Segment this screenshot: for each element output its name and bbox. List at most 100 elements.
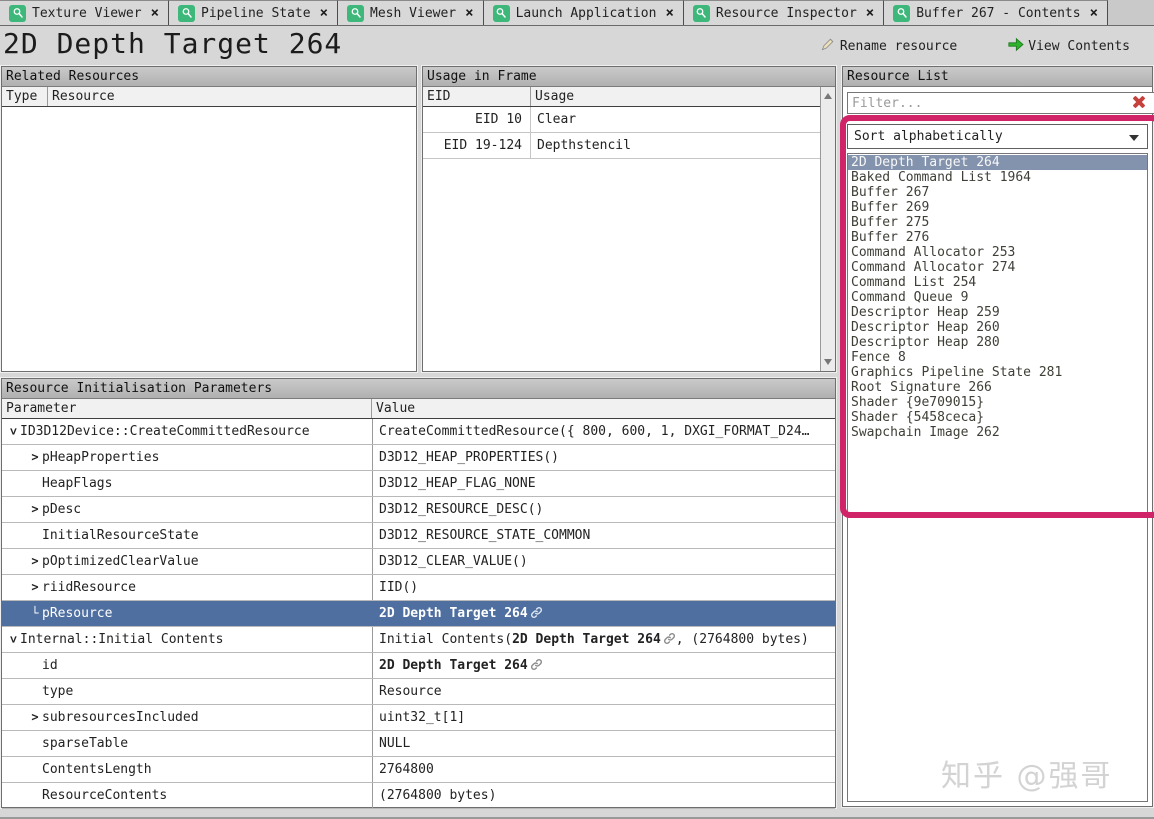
expander-icon[interactable]: >	[2, 425, 26, 439]
tab-texture-viewer[interactable]: Texture Viewer ×	[0, 0, 170, 25]
list-item[interactable]: Buffer 276	[848, 230, 1147, 245]
usage-scrollbar[interactable]	[820, 87, 835, 371]
view-contents-button[interactable]: View Contents	[1007, 37, 1130, 56]
expander-icon[interactable]: >	[28, 549, 42, 574]
param-row-subresourcesincluded[interactable]: > subresourcesIncluded uint32_t[1]	[2, 705, 835, 731]
list-item[interactable]: Shader {9e709015}	[848, 395, 1147, 410]
close-icon[interactable]: ×	[662, 5, 673, 21]
param-value: 2764800	[372, 757, 835, 782]
list-item[interactable]: Descriptor Heap 259	[848, 305, 1147, 320]
list-item[interactable]: Command List 254	[848, 275, 1147, 290]
tab-label: Texture Viewer	[32, 5, 142, 21]
param-row-internal-initial-contents[interactable]: > Internal::Initial Contents Initial Conte…	[2, 627, 835, 653]
column-value[interactable]: Value	[372, 399, 419, 418]
param-row-resourcecontents[interactable]: ResourceContents (2764800 bytes)	[2, 783, 835, 809]
value-text: NULL	[379, 736, 411, 751]
renderdoc-icon	[893, 4, 911, 22]
tab-label: Resource Inspector	[715, 5, 857, 21]
usage-row[interactable]: EID 19-124 Depthstencil	[423, 133, 835, 159]
param-row-id3d12device-createcommittedresource[interactable]: > ID3D12Device::CreateCommittedResource Cr…	[2, 419, 835, 445]
param-value: D3D12_RESOURCE_STATE_COMMON	[372, 523, 835, 548]
tab-resource-inspector[interactable]: Resource Inspector ×	[683, 0, 885, 25]
param-row-riidresource[interactable]: > riidResource IID()	[2, 575, 835, 601]
sort-dropdown-value: Sort alphabetically	[854, 129, 1003, 144]
param-name: pResource	[42, 606, 113, 621]
list-item[interactable]: Command Allocator 253	[848, 245, 1147, 260]
tab-mesh-viewer[interactable]: Mesh Viewer ×	[338, 0, 484, 25]
list-item[interactable]: Graphics Pipeline State 281	[848, 365, 1147, 380]
related-resources-title: Related Resources	[2, 67, 416, 87]
expander-icon[interactable]: >	[28, 445, 42, 470]
close-icon[interactable]: ×	[1087, 5, 1098, 21]
param-row-contentslength[interactable]: ContentsLength 2764800	[2, 757, 835, 783]
param-row-type[interactable]: type Resource	[2, 679, 835, 705]
param-name: ID3D12Device::CreateCommittedResource	[20, 424, 310, 439]
close-icon[interactable]: ×	[462, 5, 473, 21]
close-icon[interactable]: ×	[863, 5, 874, 21]
param-row-heapflags[interactable]: HeapFlags D3D12_HEAP_FLAG_NONE	[2, 471, 835, 497]
param-row-presource[interactable]: └ pResource 2D Depth Target 264	[2, 601, 835, 627]
list-item[interactable]: Shader {5458ceca}	[848, 410, 1147, 425]
usage-in-frame-panel: Usage in Frame EID Usage EID 10 Clear EID …	[422, 66, 836, 372]
renderdoc-icon	[178, 4, 196, 22]
column-type[interactable]: Type	[2, 87, 48, 106]
init-params-panel: Resource Initialisation Parameters Param…	[1, 378, 836, 809]
expander-icon[interactable]: >	[28, 497, 42, 522]
resource-link[interactable]: 2D Depth Target 264	[379, 606, 528, 621]
list-item[interactable]: Baked Command List 1964	[848, 170, 1147, 185]
param-value: CreateCommittedResource({ 800, 600, 1, D…	[372, 419, 835, 444]
param-row-sparsetable[interactable]: sparseTable NULL	[2, 731, 835, 757]
list-item[interactable]: Swapchain Image 262	[848, 425, 1147, 440]
param-row-pheapproperties[interactable]: > pHeapProperties D3D12_HEAP_PROPERTIES()	[2, 445, 835, 471]
scroll-down-icon[interactable]	[824, 359, 832, 365]
value-text: 2764800	[379, 762, 434, 777]
param-row-poptimizedclearvalue[interactable]: > pOptimizedClearValue D3D12_CLEAR_VALUE()	[2, 549, 835, 575]
sort-dropdown[interactable]: Sort alphabetically	[847, 124, 1148, 149]
param-name: HeapFlags	[42, 476, 113, 491]
param-row-initialresourcestate[interactable]: InitialResourceState D3D12_RESOURCE_STATE…	[2, 523, 835, 549]
close-icon[interactable]: ×	[317, 5, 328, 21]
expander-icon[interactable]: >	[28, 705, 42, 730]
param-value: D3D12_CLEAR_VALUE()	[372, 549, 835, 574]
list-item[interactable]: Command Allocator 274	[848, 260, 1147, 275]
param-value: D3D12_RESOURCE_DESC()	[372, 497, 835, 522]
expander-icon[interactable]: >	[2, 633, 26, 647]
rename-resource-button[interactable]: Rename resource	[820, 36, 957, 56]
header-actions: Rename resource View Contents	[820, 36, 1130, 56]
list-item[interactable]: Root Signature 266	[848, 380, 1147, 395]
list-item[interactable]: Buffer 267	[848, 185, 1147, 200]
column-usage[interactable]: Usage	[531, 87, 578, 106]
resource-link[interactable]: 2D Depth Target 264	[512, 632, 661, 647]
close-icon[interactable]: ×	[148, 5, 159, 21]
expander-icon[interactable]: >	[28, 575, 42, 600]
param-row-id[interactable]: id 2D Depth Target 264	[2, 653, 835, 679]
clear-filter-icon[interactable]	[1131, 94, 1147, 110]
list-item[interactable]: Buffer 275	[848, 215, 1147, 230]
link-icon	[528, 658, 543, 673]
scroll-up-icon[interactable]	[824, 93, 832, 99]
rename-resource-label: Rename resource	[839, 38, 958, 54]
column-parameter[interactable]: Parameter	[2, 399, 372, 418]
tab-pipeline-state[interactable]: Pipeline State ×	[169, 0, 339, 25]
tab-launch-application[interactable]: Launch Application ×	[483, 0, 684, 25]
related-resources-panel: Related Resources Type Resource	[1, 66, 417, 372]
list-item[interactable]: Buffer 269	[848, 200, 1147, 215]
tab-buffer-267-contents[interactable]: Buffer 267 - Contents ×	[884, 0, 1109, 25]
list-item[interactable]: Command Queue 9	[848, 290, 1147, 305]
filter-input[interactable]	[847, 92, 1154, 114]
list-item[interactable]: Descriptor Heap 280	[848, 335, 1147, 350]
page-title: 2D Depth Target 264	[3, 27, 343, 60]
list-item[interactable]: 2D Depth Target 264	[848, 155, 1147, 170]
column-eid[interactable]: EID	[423, 87, 531, 106]
usage-row[interactable]: EID 10 Clear	[423, 107, 835, 133]
list-item[interactable]: Fence 8	[848, 350, 1147, 365]
resource-link[interactable]: 2D Depth Target 264	[379, 658, 528, 673]
value-text: D3D12_RESOURCE_STATE_COMMON	[379, 528, 591, 543]
resource-list-title: Resource List	[843, 67, 1152, 87]
param-row-pdesc[interactable]: > pDesc D3D12_RESOURCE_DESC()	[2, 497, 835, 523]
list-item[interactable]: Descriptor Heap 260	[848, 320, 1147, 335]
column-resource[interactable]: Resource	[48, 87, 119, 106]
param-value: Resource	[372, 679, 835, 704]
usage-eid: EID 10	[423, 107, 531, 132]
param-name: riidResource	[42, 580, 136, 595]
